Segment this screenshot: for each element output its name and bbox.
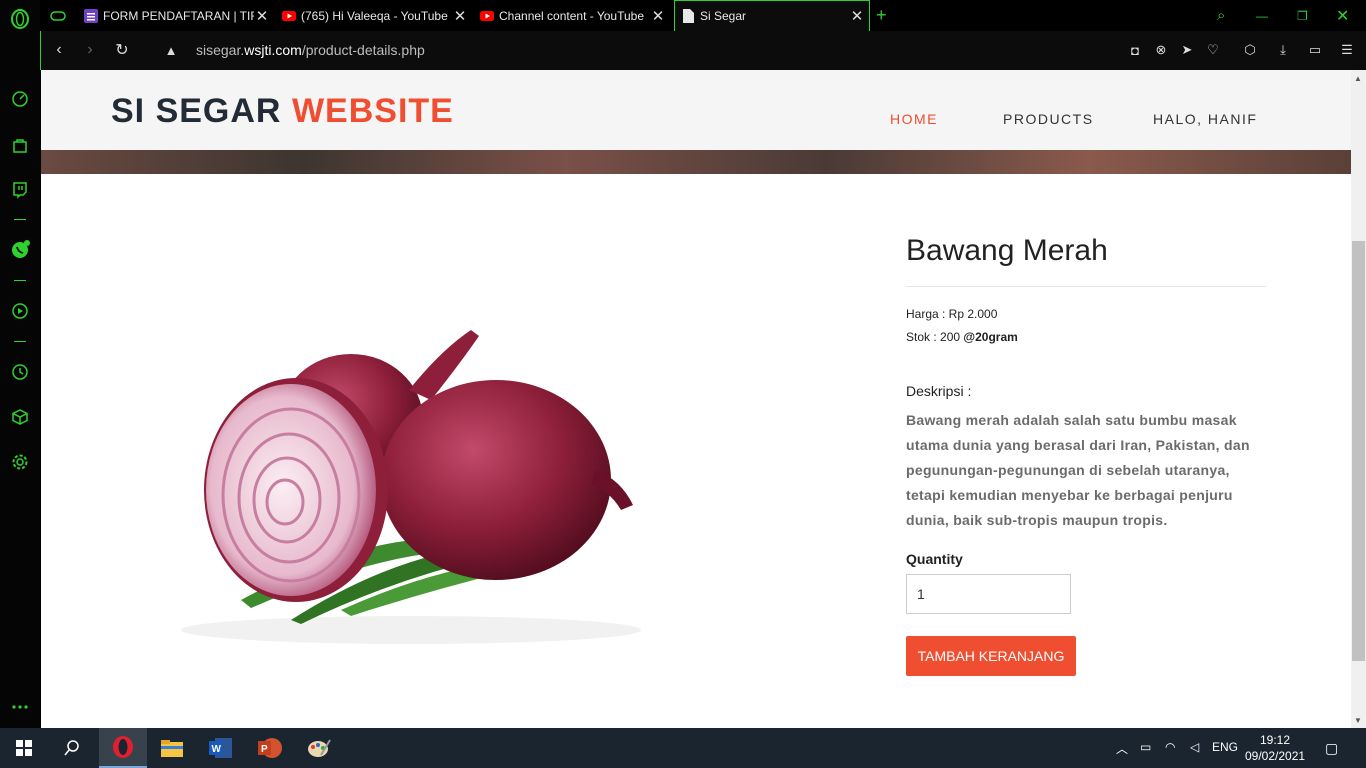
tab-youtube-valeeqa[interactable]: (765) Hi Valeeqa - YouTube ✕ <box>282 0 468 31</box>
forward-icon[interactable]: › <box>79 39 101 61</box>
scrollbar-thumb[interactable] <box>1352 241 1365 661</box>
close-icon[interactable]: ✕ <box>254 7 270 25</box>
clock-time: 19:12 <box>1259 733 1291 747</box>
description-label: Deskripsi : <box>906 383 972 399</box>
product-description: Bawang merah adalah salah satu bumbu mas… <box>906 412 1250 528</box>
sidebar-divider <box>14 219 26 220</box>
sidebar-divider <box>14 341 26 342</box>
web-page: SI SEGAR WEBSITE HOME PRODUCTS HALO, HAN… <box>41 70 1351 728</box>
page-scrollbar[interactable]: ▲ ▼ <box>1351 70 1366 728</box>
forms-icon <box>84 8 98 23</box>
warning-icon[interactable]: ▲ <box>160 39 182 61</box>
tray-wifi-icon[interactable]: ◠ <box>1165 740 1175 754</box>
twitch-icon[interactable] <box>10 180 30 200</box>
heart-icon[interactable]: ♡ <box>1204 41 1222 59</box>
svg-text:P: P <box>261 744 268 755</box>
player-icon[interactable] <box>10 301 30 321</box>
scroll-up-icon[interactable]: ▲ <box>1354 74 1362 83</box>
more-dots-icon[interactable] <box>10 697 30 717</box>
tab-title: Si Segar <box>700 9 747 23</box>
tab-si-segar[interactable]: Si Segar ✕ <box>674 0 870 31</box>
search-icon[interactable] <box>48 728 96 768</box>
tab-bar: FORM PENDAFTARAN | TIF ✕ (765) Hi Valeeq… <box>40 0 1366 31</box>
url-field[interactable]: sisegar.wsjti.com/product-details.php <box>196 42 425 58</box>
document-icon <box>681 9 695 23</box>
minimize-icon[interactable]: — <box>1256 0 1276 31</box>
powerpoint-icon[interactable]: P <box>246 728 294 768</box>
close-icon[interactable]: ✕ <box>452 7 468 25</box>
taskbar: W P ︿ ▭ ◠ ◁ ENG 19:12 09/02/2021 ▢ <box>0 728 1366 768</box>
system-clock[interactable]: 19:12 09/02/2021 <box>1245 732 1305 764</box>
nav-products[interactable]: PRODUCTS <box>1003 111 1094 127</box>
tab-title: FORM PENDAFTARAN | TIF <box>103 8 254 23</box>
tab-channel-content[interactable]: Channel content - YouTube ✕ <box>480 0 666 31</box>
tray-volume-icon[interactable]: ◁ <box>1190 740 1199 754</box>
sidebar-divider <box>14 280 26 281</box>
whatsapp-icon[interactable] <box>10 240 30 260</box>
tray-battery-icon[interactable]: ▭ <box>1140 740 1151 754</box>
notification-icon[interactable]: ▢ <box>1325 740 1338 757</box>
site-logo[interactable]: SI SEGAR WEBSITE <box>111 92 454 131</box>
shopping-bag-icon[interactable] <box>10 135 30 155</box>
product-image <box>181 330 641 644</box>
restore-icon[interactable]: ❐ <box>1297 0 1317 31</box>
add-to-cart-button[interactable]: TAMBAH KERANJANG <box>906 636 1076 676</box>
reload-icon[interactable]: ↻ <box>111 39 133 61</box>
word-icon[interactable]: W <box>197 728 245 768</box>
close-icon[interactable]: ✕ <box>650 7 666 25</box>
new-tab-plus-icon[interactable]: + <box>876 0 896 31</box>
cube-icon[interactable]: ⬡ <box>1241 41 1259 59</box>
adblock-icon[interactable]: ⊗ <box>1152 41 1170 59</box>
file-explorer-icon[interactable] <box>148 728 196 768</box>
site-header: SI SEGAR WEBSITE HOME PRODUCTS HALO, HAN… <box>41 70 1351 150</box>
opera-taskbar-icon[interactable] <box>99 728 147 768</box>
tab-title: (765) Hi Valeeqa - YouTube <box>301 8 448 23</box>
address-bar: ‹ › ↻ ▲ sisegar.wsjti.com/product-detail… <box>40 31 1366 70</box>
send-icon[interactable]: ➤ <box>1178 41 1196 59</box>
extensions-cube-icon[interactable] <box>10 407 30 427</box>
battery-icon[interactable]: ▭ <box>1306 41 1324 59</box>
speed-dial-icon[interactable] <box>10 89 30 109</box>
youtube-icon <box>480 9 494 23</box>
clock-date: 09/02/2021 <box>1245 749 1306 763</box>
tab-title: Channel content - YouTube <box>499 8 645 23</box>
product-title: Bawang Merah <box>906 234 1108 267</box>
nav-user-greeting[interactable]: HALO, HANIF <box>1153 111 1257 127</box>
tray-chevron-icon[interactable]: ︿ <box>1116 740 1128 757</box>
tray-language[interactable]: ENG <box>1212 740 1238 754</box>
quantity-label: Quantity <box>906 551 963 567</box>
product-price: Harga : Rp 2.000 <box>906 307 998 321</box>
title-divider <box>906 286 1266 287</box>
easy-setup-icon[interactable]: ☰ <box>1338 41 1356 59</box>
quantity-input[interactable] <box>906 574 1071 614</box>
tab-game-icon[interactable] <box>50 0 76 31</box>
tab-form-pendaftaran[interactable]: FORM PENDAFTARAN | TIF ✕ <box>84 0 270 31</box>
youtube-icon <box>282 9 296 23</box>
hero-banner-strip <box>41 150 1351 174</box>
search-tabs-icon[interactable]: ⌕ <box>1217 0 1237 31</box>
windows-start-icon[interactable] <box>0 728 48 768</box>
browser-sidebar <box>0 0 40 728</box>
scroll-down-icon[interactable]: ▼ <box>1354 716 1362 725</box>
product-stock: Stok : 200 @20gram <box>906 330 1018 344</box>
close-icon[interactable]: ✕ <box>849 7 865 25</box>
download-icon[interactable]: ⤓ <box>1274 41 1292 59</box>
window-close-icon[interactable]: ✕ <box>1336 0 1356 31</box>
settings-gear-icon[interactable] <box>10 452 30 472</box>
camera-icon[interactable]: ◘ <box>1126 41 1144 59</box>
nav-home[interactable]: HOME <box>890 111 938 127</box>
back-icon[interactable]: ‹ <box>48 39 70 61</box>
opera-logo-icon[interactable] <box>10 9 30 29</box>
paint-icon[interactable] <box>295 728 343 768</box>
history-icon[interactable] <box>10 362 30 382</box>
svg-text:W: W <box>212 744 222 755</box>
